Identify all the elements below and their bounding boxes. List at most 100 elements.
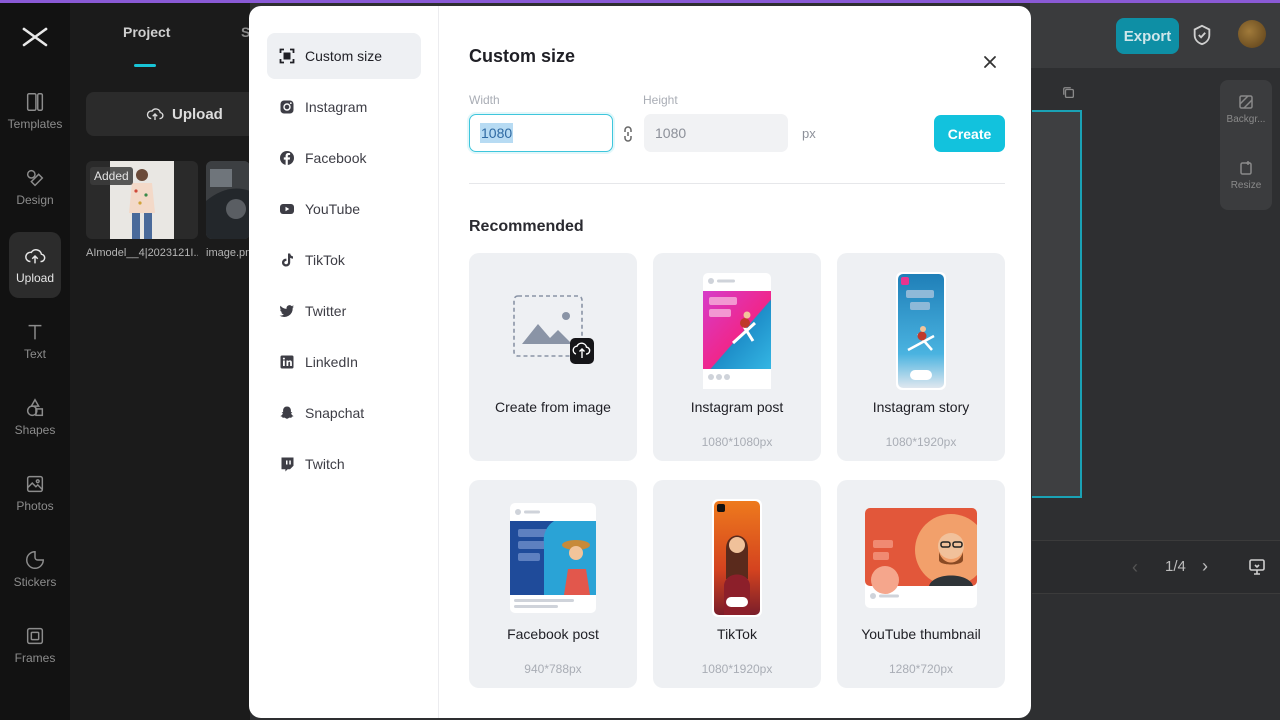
thumbnail-name: image.pn bbox=[206, 247, 250, 259]
height-input[interactable] bbox=[644, 114, 788, 152]
rail-stickers[interactable]: Stickers bbox=[9, 536, 61, 602]
card-youtube-thumbnail[interactable]: YouTube thumbnail 1280*720px bbox=[837, 480, 1005, 688]
facebook-icon bbox=[280, 151, 294, 166]
divider bbox=[469, 183, 1005, 184]
background-icon bbox=[1239, 95, 1253, 109]
sidebar-item-custom-size[interactable]: Custom size bbox=[267, 33, 421, 79]
sidebar-item-label: Facebook bbox=[305, 150, 367, 166]
sidebar-item-snapchat[interactable]: Snapchat bbox=[267, 390, 421, 436]
sidebar-item-label: Twitter bbox=[305, 303, 347, 319]
card-label: Instagram post bbox=[690, 399, 784, 415]
sidebar-item-label: TikTok bbox=[305, 252, 345, 268]
card-size: 1080*1920px bbox=[701, 662, 773, 676]
sidebar-item-youtube[interactable]: YouTube bbox=[267, 186, 421, 232]
create-button[interactable]: Create bbox=[934, 115, 1005, 152]
rail-text[interactable]: Text bbox=[9, 308, 61, 374]
width-label: Width bbox=[469, 93, 500, 107]
present-icon[interactable] bbox=[1248, 558, 1266, 576]
capcut-logo-icon[interactable] bbox=[20, 22, 50, 52]
rail-photos-label: Photos bbox=[16, 499, 54, 513]
shapes-icon bbox=[26, 398, 44, 417]
resize-tool[interactable]: Resize bbox=[1220, 160, 1272, 191]
export-button[interactable]: Export bbox=[1116, 18, 1179, 54]
card-size: 1280*720px bbox=[888, 662, 954, 676]
modal-sidebar: Custom size Instagram Facebook YouTube T… bbox=[249, 6, 439, 718]
twitch-icon bbox=[281, 457, 294, 472]
card-size: 1080*1920px bbox=[885, 435, 957, 449]
rail-upload[interactable]: Upload bbox=[9, 232, 61, 298]
unit-label: px bbox=[802, 126, 816, 141]
card-instagram-post[interactable]: Instagram post 1080*1080px bbox=[653, 253, 821, 461]
sidebar-item-facebook[interactable]: Facebook bbox=[267, 135, 421, 181]
thumbnail-name: AImodel__4|2023121I... bbox=[86, 247, 198, 259]
close-icon[interactable] bbox=[982, 54, 998, 70]
sidebar-item-label: YouTube bbox=[305, 201, 361, 217]
rail-templates-label: Templates bbox=[7, 117, 63, 131]
rail-frames-label: Frames bbox=[14, 651, 56, 665]
rail-templates[interactable]: Templates bbox=[7, 78, 63, 144]
card-create-from-image[interactable]: Create from image bbox=[469, 253, 637, 461]
card-tiktok[interactable]: TikTok 1080*1920px bbox=[653, 480, 821, 688]
tiktok-preview bbox=[712, 499, 762, 617]
sidebar-item-instagram[interactable]: Instagram bbox=[267, 84, 421, 130]
avatar[interactable] bbox=[1238, 20, 1266, 48]
sidebar-item-label: Custom size bbox=[305, 48, 383, 64]
frames-icon bbox=[26, 627, 44, 645]
background-tool-label: Backgr... bbox=[1226, 114, 1266, 125]
modal-title: Custom size bbox=[469, 46, 576, 66]
resize-icon bbox=[1240, 161, 1252, 175]
page-indicator: 1/4 bbox=[1165, 558, 1186, 575]
rail-stickers-label: Stickers bbox=[13, 575, 57, 589]
card-label: TikTok bbox=[717, 626, 757, 642]
card-facebook-post[interactable]: Facebook post 940*788px bbox=[469, 480, 637, 688]
text-icon bbox=[28, 324, 42, 340]
card-label: Facebook post bbox=[507, 626, 599, 642]
sidebar-item-linkedin[interactable]: LinkedIn bbox=[267, 339, 421, 385]
photos-icon bbox=[26, 475, 44, 493]
rail-design[interactable]: Design bbox=[9, 154, 61, 220]
instagram-post-preview bbox=[703, 273, 771, 389]
sidebar-item-twitter[interactable]: Twitter bbox=[267, 288, 421, 334]
tiktok-icon bbox=[282, 253, 293, 267]
added-badge: Added bbox=[90, 167, 133, 185]
tab-project[interactable]: Project bbox=[123, 24, 170, 40]
rail-design-label: Design bbox=[16, 193, 54, 207]
rail-frames[interactable]: Frames bbox=[9, 612, 61, 678]
upload-thumbnail[interactable] bbox=[206, 161, 250, 239]
card-size: 940*788px bbox=[524, 662, 582, 676]
side-tools: Backgr... Resize bbox=[1220, 80, 1272, 210]
next-page-button[interactable]: › bbox=[1202, 556, 1208, 577]
width-input[interactable] bbox=[469, 114, 613, 152]
background-tool[interactable]: Backgr... bbox=[1220, 94, 1272, 125]
rail-upload-label: Upload bbox=[15, 271, 55, 285]
recommended-title: Recommended bbox=[469, 218, 584, 235]
sidebar-item-tiktok[interactable]: TikTok bbox=[267, 237, 421, 283]
active-tab-indicator bbox=[134, 64, 156, 67]
design-icon bbox=[26, 169, 44, 187]
card-label: Instagram story bbox=[872, 399, 970, 415]
card-size: 1080*1080px bbox=[701, 435, 773, 449]
facebook-post-preview bbox=[510, 503, 596, 613]
duplicate-page-icon[interactable] bbox=[1062, 86, 1076, 100]
rail-photos[interactable]: Photos bbox=[9, 460, 61, 526]
custom-size-icon bbox=[279, 48, 295, 64]
linkedin-icon bbox=[280, 355, 294, 369]
instagram-story-preview bbox=[896, 272, 946, 390]
shield-icon[interactable] bbox=[1191, 24, 1213, 46]
rail-shapes[interactable]: Shapes bbox=[9, 384, 61, 450]
templates-icon bbox=[26, 93, 44, 111]
rail-text-label: Text bbox=[23, 347, 46, 361]
prev-page-button[interactable]: ‹ bbox=[1132, 557, 1138, 578]
lock-ratio-link-icon[interactable] bbox=[623, 125, 633, 143]
card-label: Create from image bbox=[495, 399, 611, 415]
upload-button-label: Upload bbox=[172, 105, 223, 123]
page-bottom-bar bbox=[1032, 540, 1280, 594]
upload-button[interactable]: Upload bbox=[86, 92, 256, 136]
card-instagram-story[interactable]: Instagram story 1080*1920px bbox=[837, 253, 1005, 461]
height-label: Height bbox=[643, 93, 678, 107]
sidebar-item-twitch[interactable]: Twitch bbox=[267, 441, 421, 487]
canvas-page-preview[interactable] bbox=[1032, 110, 1082, 498]
upload-thumbnail[interactable]: Added bbox=[86, 161, 198, 239]
sidebar-item-label: LinkedIn bbox=[305, 354, 358, 370]
modal-main: Custom size Width Height 1080 px Create … bbox=[439, 6, 1031, 718]
